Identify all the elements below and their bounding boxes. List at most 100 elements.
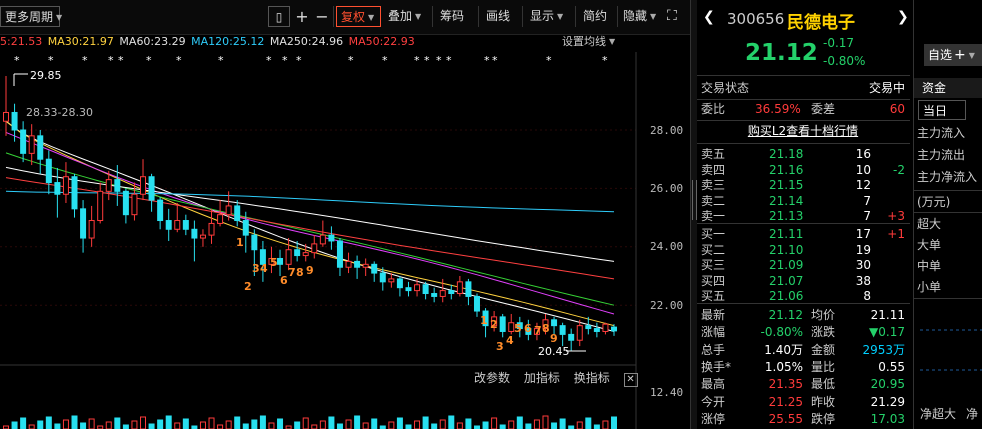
tab-today[interactable]: 当日	[918, 100, 966, 120]
candle-body	[328, 234, 335, 242]
stat-label: 跌停	[811, 411, 836, 426]
volume-bar	[165, 415, 172, 429]
volume-bar	[157, 419, 164, 429]
expand-icon[interactable]: ⛶	[667, 6, 677, 27]
fuquan-dropdown[interactable]: 复权 ▼	[336, 6, 381, 27]
sequence-number: 7	[534, 324, 542, 337]
buy-l2-link[interactable]: 购买L2查看十档行情	[697, 122, 909, 141]
volume-bar	[105, 421, 112, 429]
candle-body	[37, 135, 44, 160]
candle-body	[576, 325, 583, 341]
candle-body	[602, 323, 609, 332]
sequence-number: 9	[550, 332, 558, 345]
volume-bar	[319, 420, 326, 429]
price-change: -0.17	[823, 36, 855, 50]
candle-body	[354, 260, 361, 268]
candle-body	[551, 319, 558, 327]
panel-splitter[interactable]	[690, 0, 697, 429]
huaxian-button[interactable]: 画线	[486, 6, 510, 27]
volume-bar	[302, 417, 309, 429]
zixuan-button[interactable]: 自选 + ▼	[924, 44, 979, 66]
volume-bar	[88, 418, 95, 429]
stat-label: 昨收	[811, 394, 836, 409]
volume-bar	[37, 420, 44, 429]
candle-body	[285, 249, 292, 265]
candle-body	[20, 129, 27, 154]
ma-line-ma5	[5, 120, 615, 332]
huanzhibiao-button[interactable]: 换指标	[574, 371, 610, 385]
ma-legend: 5:21.53 MA30:21.97 MA60:23.29 MA120:25.1…	[0, 34, 417, 50]
signal-star: *	[492, 54, 498, 67]
weibi-value: 36.59%	[755, 102, 801, 116]
fund-inflow: 主力流入	[917, 126, 966, 140]
status-value: 交易中	[868, 81, 905, 95]
volume-bar	[354, 415, 361, 429]
diejia-dropdown[interactable]: 叠加 ▼	[388, 6, 421, 27]
last-price: 21.12	[745, 40, 818, 66]
choumi-button[interactable]: 筹码	[440, 6, 464, 27]
candle-body	[11, 111, 18, 131]
volume-bar	[611, 416, 617, 429]
volume-bar	[199, 421, 206, 429]
weibi-label: 委比	[701, 102, 726, 116]
zoom-out-button[interactable]: −	[314, 6, 330, 27]
candle-body	[45, 158, 52, 184]
yincang-dropdown[interactable]: 隐藏 ▼	[623, 6, 656, 27]
sequence-number: 5	[270, 256, 278, 269]
volume-bar	[439, 419, 446, 429]
gaicanshu-button[interactable]: 改参数	[474, 371, 510, 385]
volume-bar	[294, 421, 301, 429]
candle-body	[431, 293, 438, 297]
ma-settings-dropdown[interactable]: 设置均线 ▼	[562, 34, 615, 50]
ma250-value: MA250:24.96	[269, 35, 344, 48]
stat-value: ▼0.17	[869, 325, 905, 340]
range-label: 28.33-28.30	[26, 106, 93, 119]
candle-body	[88, 220, 95, 239]
jiazhibiao-button[interactable]: 加指标	[524, 371, 560, 385]
volume-bar	[311, 424, 318, 429]
next-stock-icon[interactable]: ❯	[897, 9, 909, 25]
candle-body	[499, 316, 506, 332]
signal-star: *	[146, 54, 152, 67]
volume-bar	[217, 424, 224, 429]
jianyue-button[interactable]: 简约	[583, 6, 607, 27]
candle-body	[97, 190, 104, 222]
close-icon[interactable]: ✕	[623, 373, 638, 387]
volume-bar	[225, 420, 232, 429]
weibi-row: 委比 36.59% 委差 60	[697, 100, 909, 119]
layout-icon[interactable]: ▯	[268, 6, 290, 27]
size-super: 超大	[917, 217, 942, 231]
volume-bar	[11, 421, 18, 429]
prev-stock-icon[interactable]: ❮	[703, 9, 715, 25]
zoom-in-button[interactable]: +	[294, 6, 310, 27]
volume-bar	[414, 420, 421, 429]
volume-bar	[516, 416, 523, 429]
volume-bar	[45, 416, 52, 429]
period-dropdown[interactable]: 更多周期 ▼	[0, 6, 62, 27]
weicha-label: 委差	[811, 102, 836, 116]
tab-fund[interactable]: 资金	[914, 78, 982, 98]
volume-bar	[336, 423, 343, 429]
stat-row: 涨幅 -0.80% 涨跌 ▼0.17	[697, 323, 909, 342]
candle-body	[148, 176, 155, 201]
volume-bar	[251, 419, 258, 429]
xianshi-dropdown[interactable]: 显示 ▼	[530, 6, 563, 27]
volume-bar	[174, 422, 181, 429]
chart-toolbar: 更多周期 ▼ ▯ + − 复权 ▼ 叠加 ▼ 筹码 画线 显示 ▼ 简约 隐藏 ▼ ⛶	[0, 0, 690, 35]
volume-bar	[80, 422, 87, 429]
price-pct: -0.80%	[823, 54, 866, 68]
sequence-number: 9	[306, 264, 314, 277]
fund-outflow: 主力流出	[917, 148, 966, 162]
stat-label: 总手	[701, 342, 726, 357]
candle-body	[465, 281, 472, 297]
signal-star: *	[446, 54, 452, 67]
candle-body	[217, 214, 224, 224]
candle-body	[405, 287, 412, 292]
candle-body	[568, 333, 575, 341]
stat-label: 最高	[701, 377, 726, 392]
stock-code: 300656	[727, 10, 785, 28]
ma120-value: MA120:25.12	[191, 35, 265, 48]
ytick-26: 26.00	[650, 182, 683, 195]
volume-bar	[208, 417, 215, 429]
chevron-down-icon: ▼	[968, 50, 975, 60]
